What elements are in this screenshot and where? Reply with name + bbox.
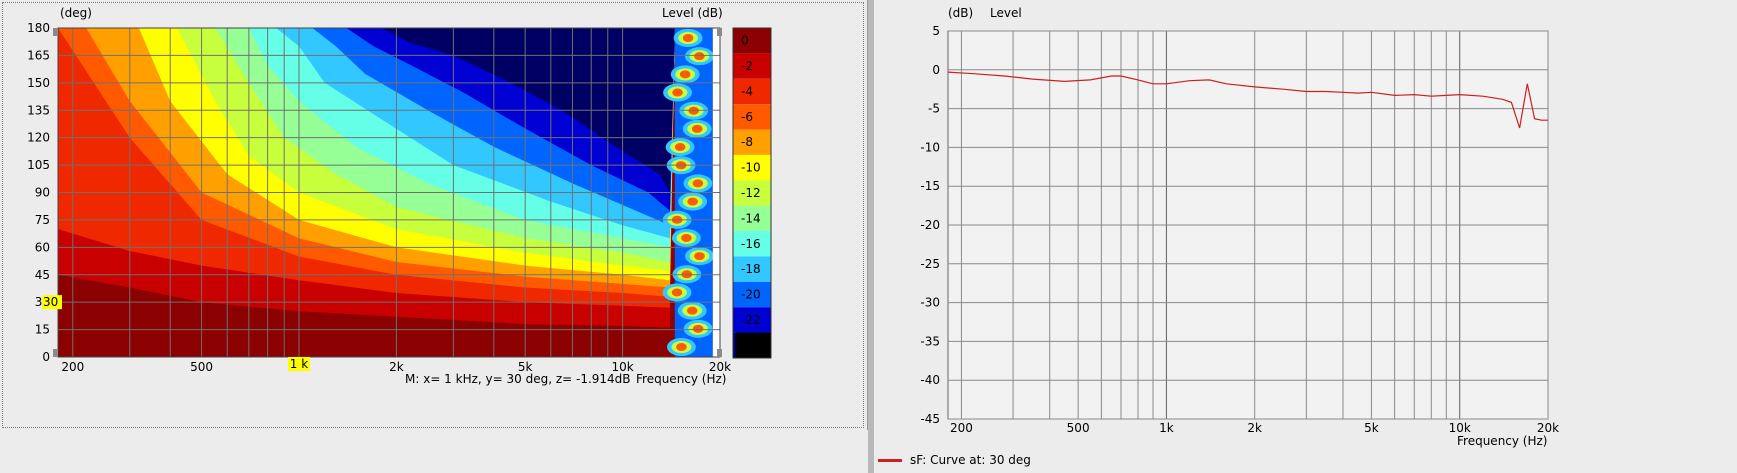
color-scale-label: 0 bbox=[741, 34, 749, 48]
hf-lobe bbox=[681, 233, 692, 242]
y-tick-label: 135 bbox=[27, 103, 50, 117]
y-tick-label: 0 bbox=[932, 63, 940, 77]
x-tick-label: 500 bbox=[1067, 421, 1090, 435]
color-scale-label: -22 bbox=[741, 313, 761, 327]
y-axis-label: Level bbox=[990, 6, 1022, 20]
x-tick-label: 1k bbox=[1159, 421, 1174, 435]
y-tick-label: -45 bbox=[920, 412, 940, 426]
x-tick-label: 2k bbox=[389, 360, 404, 374]
y-tick-label: 45 bbox=[35, 268, 50, 282]
y-tick-label: -20 bbox=[920, 218, 940, 232]
hf-lobe bbox=[687, 197, 698, 206]
x-tick-label: 200 bbox=[61, 360, 84, 374]
y-tick-label: -40 bbox=[920, 373, 940, 387]
x-axis-label: Frequency (Hz) bbox=[636, 372, 727, 386]
y-tick-label: 105 bbox=[27, 158, 50, 172]
y-axis-unit: (dB) bbox=[948, 6, 973, 20]
color-scale-cell bbox=[733, 28, 771, 54]
hf-lobe bbox=[682, 34, 694, 42]
right-panel: 5 0 -5 -10 -15 -20 -25 -30 -35 -40 -45 200 500 1k 2k 5k… bbox=[874, 0, 1737, 473]
y-tick-label: 60 bbox=[35, 240, 50, 254]
x-tick-label: 500 bbox=[190, 360, 213, 374]
y-tick-label: 75 bbox=[35, 213, 50, 227]
cursor-y-label: 30 bbox=[43, 295, 58, 309]
axis-handle[interactable] bbox=[717, 28, 722, 36]
y-tick-label: -35 bbox=[920, 334, 940, 348]
directivity-contour-chart[interactable]: 01530456075901051201351501651802005002k5… bbox=[0, 0, 868, 430]
legend-swatch bbox=[878, 458, 902, 462]
x-tick-label: 5k bbox=[1364, 421, 1379, 435]
y-tick-label: -5 bbox=[928, 102, 940, 116]
x-tick-label: 200 bbox=[950, 421, 973, 435]
hf-lobe bbox=[694, 252, 705, 261]
y-tick-label: 90 bbox=[35, 186, 50, 200]
legend[interactable]: sF: Curve at: 30 deg bbox=[878, 452, 1031, 468]
legend-entry: sF: Curve at: 30 deg bbox=[910, 453, 1031, 467]
y-tick-label: 150 bbox=[27, 76, 50, 90]
color-scale-label: -18 bbox=[741, 262, 761, 276]
hf-lobe bbox=[692, 179, 704, 188]
z-axis-label: Level (dB) bbox=[662, 6, 723, 20]
color-scale-label: -24 bbox=[741, 338, 761, 352]
color-scale: 0-2-4-6-8-10-12-14-16-18-20-22-24-24 bbox=[733, 28, 771, 358]
color-scale-label: -2 bbox=[741, 59, 753, 73]
hf-lobe bbox=[692, 324, 704, 333]
x-tick-label: 20k bbox=[1537, 421, 1559, 435]
color-scale-label: -12 bbox=[741, 186, 761, 200]
hf-lobe bbox=[691, 124, 703, 133]
axis-handle[interactable] bbox=[53, 28, 58, 36]
y-tick-label: -30 bbox=[920, 296, 940, 310]
color-scale-label: -8 bbox=[741, 135, 753, 149]
y-tick-label: 0 bbox=[42, 350, 50, 364]
color-scale-label: -20 bbox=[741, 288, 761, 302]
y-axis-unit: (deg) bbox=[60, 6, 92, 20]
color-scale-label: -4 bbox=[741, 84, 753, 98]
x-tick-label: 10k bbox=[1449, 421, 1471, 435]
frequency-response-chart[interactable]: 5 0 -5 -10 -15 -20 -25 -30 -35 -40 -45 200 500 1k 2k 5k… bbox=[874, 0, 1737, 450]
axis-handle[interactable] bbox=[53, 349, 58, 357]
hf-lobe bbox=[686, 306, 698, 315]
color-scale-label: -16 bbox=[741, 237, 761, 251]
hf-lobe bbox=[694, 52, 705, 61]
color-scale-label: -6 bbox=[741, 110, 753, 124]
hf-lobe bbox=[671, 288, 683, 297]
left-panel: 01530456075901051201351501651802005002k5… bbox=[0, 0, 868, 430]
hf-lobe bbox=[674, 143, 686, 152]
color-scale-label: -14 bbox=[741, 211, 761, 225]
y-tick-label: 15 bbox=[35, 323, 50, 337]
color-scale-label: -10 bbox=[741, 161, 761, 175]
cursor-readout: M: x= 1 kHz, y= 30 deg, z= -1.914dB bbox=[405, 372, 631, 386]
y-tick-label: 5 bbox=[932, 24, 940, 38]
y-tick-label: 120 bbox=[27, 131, 50, 145]
x-axis-label: Frequency (Hz) bbox=[1457, 434, 1548, 448]
x-tick-label: 2k bbox=[1247, 421, 1262, 435]
y-tick-label: -15 bbox=[920, 179, 940, 193]
y-tick-label: -25 bbox=[920, 257, 940, 271]
y-tick-label: -10 bbox=[920, 140, 940, 154]
axis-handle[interactable] bbox=[717, 349, 722, 357]
y-tick-label: 165 bbox=[27, 48, 50, 62]
y-tick-label: 180 bbox=[27, 21, 50, 35]
cursor-x-label: 1 k bbox=[290, 357, 308, 371]
hf-lobe bbox=[672, 88, 683, 97]
hf-lobe bbox=[679, 70, 691, 79]
hf-lobe bbox=[676, 343, 687, 351]
